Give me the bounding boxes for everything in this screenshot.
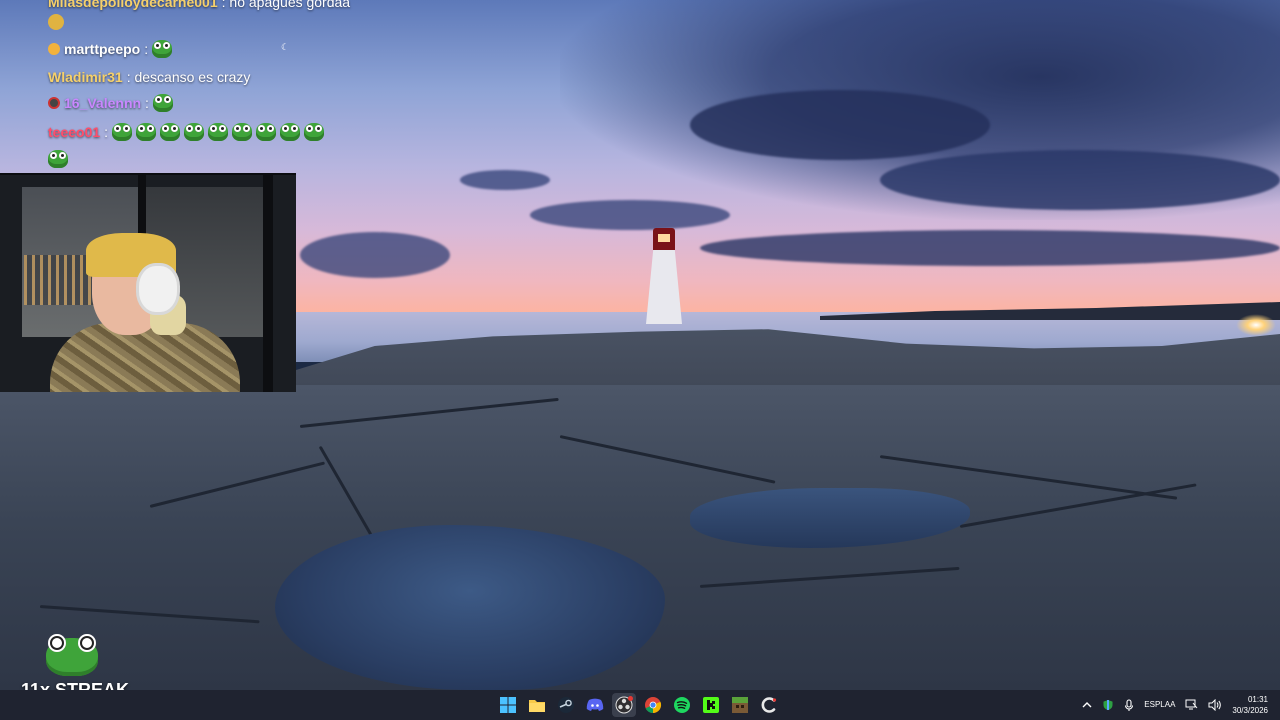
moon-icon: ☾ (281, 42, 290, 52)
steam-icon[interactable] (554, 693, 578, 717)
chat-username: 16_Valennn (64, 95, 142, 111)
microphone-icon[interactable] (1124, 698, 1134, 712)
windows-start-icon[interactable] (496, 693, 520, 717)
chat-message: Milasdepolloydecarne001 : no apagues gor… (48, 0, 350, 10)
chat-emote-row (48, 14, 64, 30)
language-code: ESP (1144, 700, 1161, 709)
chat-text: : (144, 41, 149, 57)
pepe-emote-icon (152, 40, 173, 58)
streamer-shirt (50, 323, 240, 392)
windows-taskbar: ESP LAA 01:31 30/3/2026 (0, 690, 1280, 720)
lighthouse (646, 228, 682, 324)
chevron-up-icon[interactable] (1082, 701, 1092, 709)
chat-username: teeeo01 (48, 124, 101, 140)
chat-message: teeeo01 : (48, 123, 325, 141)
chat-text: : descanso es crazy (126, 69, 251, 85)
pepe-emote-icon (184, 123, 205, 141)
volume-icon[interactable] (1208, 699, 1222, 711)
pepe-emote-icon (280, 123, 301, 141)
chat-text: : (104, 124, 109, 140)
ccleaner-icon[interactable] (757, 693, 781, 717)
chat-message: marttpeepo : (48, 40, 173, 58)
taskbar-clock[interactable]: 01:31 30/3/2026 (1232, 694, 1268, 716)
chat-username: Wladimir31 (48, 69, 123, 85)
spotify-icon[interactable] (670, 693, 694, 717)
chat-message: 16_Valennn : (48, 94, 173, 112)
taskbar-apps (496, 693, 781, 717)
keyboard-layout: LAA (1160, 700, 1176, 709)
pepe-emote-icon (136, 123, 157, 141)
defender-icon[interactable] (1102, 699, 1114, 711)
pepe-emote-icon (208, 123, 229, 141)
light-flare (1236, 314, 1276, 336)
cloud (530, 200, 730, 230)
kick-icon[interactable] (699, 693, 723, 717)
pepe-emote-icon (304, 123, 325, 141)
chat-message: Wladimir31 : descanso es crazy (48, 69, 250, 85)
language-indicator[interactable]: ESP LAA (1144, 700, 1175, 710)
chrome-icon[interactable] (641, 693, 665, 717)
cloud (690, 90, 990, 160)
water-pool (275, 525, 665, 690)
chat-text: : no apagues gordaa (221, 0, 351, 10)
sad-face-emote-icon (48, 14, 64, 30)
streak-pepe-emote-icon (46, 634, 98, 678)
user-badge-icon (48, 43, 60, 55)
file-explorer-icon[interactable] (525, 693, 549, 717)
pepe-emote-icon (48, 150, 68, 168)
user-badge-icon (48, 97, 60, 109)
city-lights (24, 255, 94, 305)
clock-time: 01:31 (1247, 695, 1268, 704)
pepe-emote-icon (160, 123, 181, 141)
network-icon[interactable] (1185, 699, 1198, 711)
cloud (700, 230, 1280, 266)
cloud (300, 232, 450, 278)
chat-username: marttpeepo (64, 41, 141, 57)
chat-username: Milasdepolloydecarne001 (48, 0, 218, 10)
pepe-emote-icon (152, 94, 173, 112)
webcam-overlay (0, 173, 296, 392)
clock-date: 30/3/2026 (1232, 706, 1268, 715)
chat-text: : (145, 95, 149, 111)
headphones-icon (136, 263, 180, 315)
cloud (460, 170, 550, 190)
cloud (880, 150, 1280, 210)
pepe-emote-icon (232, 123, 253, 141)
discord-icon[interactable] (583, 693, 607, 717)
minecraft-icon[interactable] (728, 693, 752, 717)
pepe-emote-icon (256, 123, 277, 141)
window-frame (263, 175, 273, 392)
pepe-emote-icon (46, 634, 98, 676)
obs-icon[interactable] (612, 693, 636, 717)
system-tray: ESP LAA 01:31 30/3/2026 (1077, 690, 1280, 720)
chat-emote-row (48, 150, 68, 168)
pepe-emote-icon (112, 123, 133, 141)
